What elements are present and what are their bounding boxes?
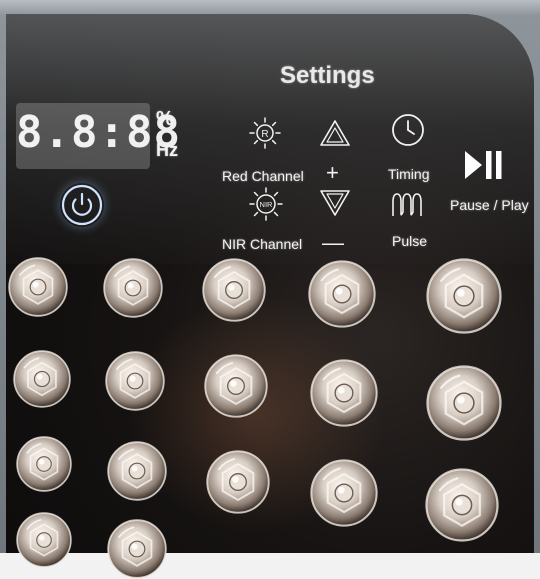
lens-icon [16, 436, 72, 492]
lens-icon [8, 257, 68, 317]
lens-icon [426, 365, 502, 441]
led-lens [202, 258, 266, 322]
led-lens [107, 441, 167, 501]
lens-icon [105, 351, 165, 411]
light-therapy-device: Settings 8.8:88 % Hz R Red Channel NIR N… [0, 0, 540, 579]
led-lens-grid [0, 0, 540, 579]
led-lens [426, 258, 502, 334]
lens-icon [16, 512, 72, 568]
led-lens [204, 354, 268, 418]
lens-icon [204, 354, 268, 418]
led-lens [310, 359, 378, 427]
lens-icon [206, 450, 270, 514]
led-lens [425, 468, 499, 542]
led-lens [310, 459, 378, 527]
lens-icon [202, 258, 266, 322]
lens-icon [426, 258, 502, 334]
lens-icon [310, 359, 378, 427]
lens-icon [13, 350, 71, 408]
led-lens [16, 436, 72, 492]
led-lens [105, 351, 165, 411]
led-lens [16, 512, 72, 568]
led-lens [8, 257, 68, 317]
lens-icon [103, 258, 163, 318]
lens-icon [107, 441, 167, 501]
lens-icon [107, 519, 167, 579]
led-lens [206, 450, 270, 514]
led-lens [103, 258, 163, 318]
lens-icon [425, 468, 499, 542]
led-lens [426, 365, 502, 441]
led-lens [13, 350, 71, 408]
led-lens [107, 519, 167, 579]
led-lens [308, 260, 376, 328]
lens-icon [308, 260, 376, 328]
lens-icon [310, 459, 378, 527]
